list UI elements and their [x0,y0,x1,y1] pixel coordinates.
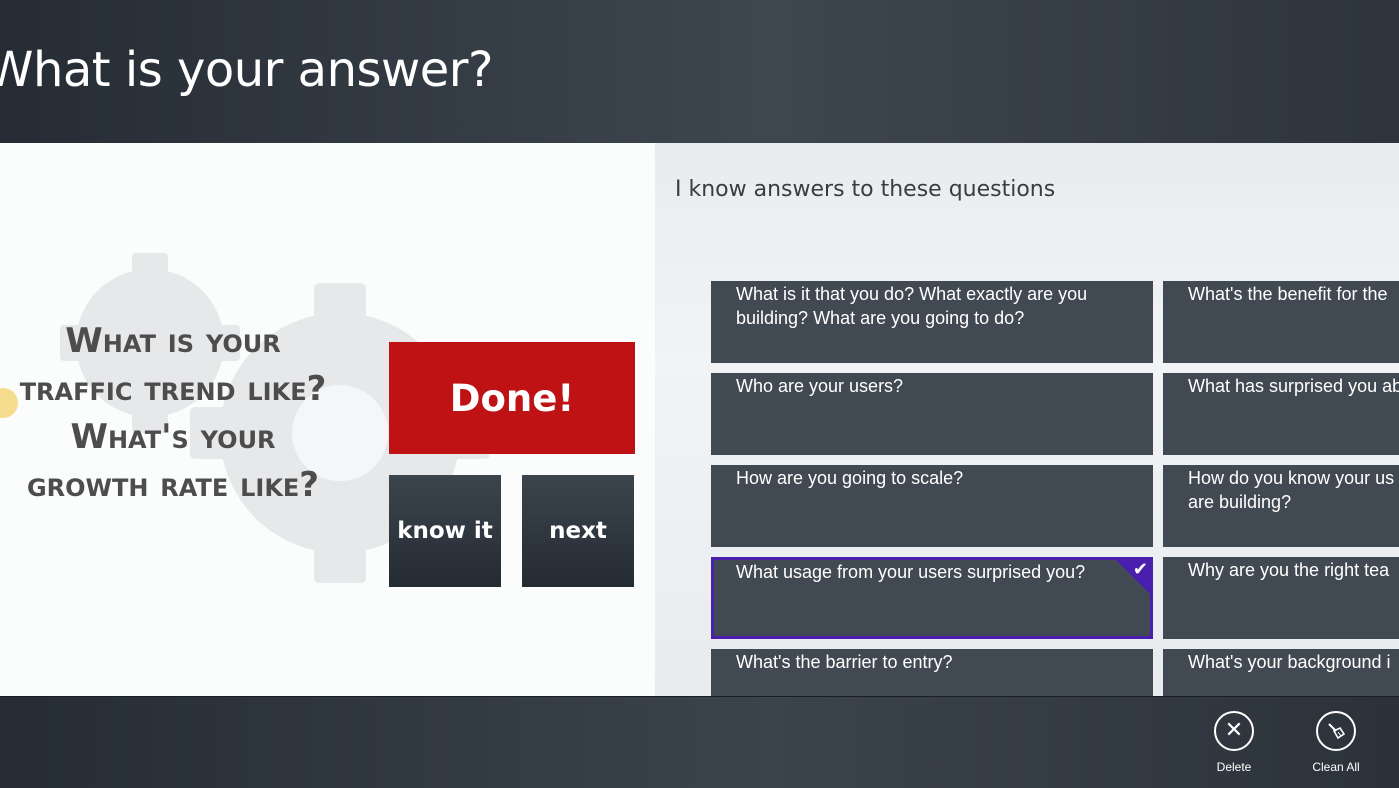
next-button[interactable]: next [522,475,634,587]
question-tile[interactable]: What's your background i [1163,649,1399,696]
delete-button[interactable]: ✕ Delete [1194,711,1274,774]
panel-heading: I know answers to these questions [675,177,1056,202]
done-button[interactable]: Done! [389,342,635,454]
know-it-button[interactable]: know it [389,475,501,587]
question-line: growth rate like? [26,465,320,505]
question-tile[interactable]: Who are your users? [711,373,1153,455]
question-card-text: What is your traffic trend like? What's … [0,317,358,509]
question-tile[interactable]: What has surprised you ab [1163,373,1399,455]
question-tile[interactable]: How are you going to scale? [711,465,1153,547]
question-line: traffic trend like? [19,369,327,409]
question-tile-label: What usage from your users surprised you… [736,562,1086,582]
question-tile[interactable]: Why are you the right tea [1163,557,1399,639]
question-tile[interactable]: How do you know your us are building? [1163,465,1399,547]
page-title: What is your answer? [0,42,494,98]
known-questions-panel: I know answers to these questions What i… [655,143,1399,696]
close-circle-icon: ✕ [1214,711,1254,751]
question-tile[interactable]: What's the barrier to entry? [711,649,1153,696]
checkmark-icon: ✔ [1132,559,1148,580]
question-card-area: What is your traffic trend like? What's … [0,143,655,696]
app-bar: ✕ Delete Clean All [0,696,1399,788]
question-tile-selected[interactable]: What usage from your users surprised you… [711,557,1153,639]
delete-label: Delete [1216,760,1252,774]
question-line: What's your [70,417,276,457]
page-header: What is your answer? [0,0,1399,143]
broom-icon [1316,711,1356,751]
clean-all-button[interactable]: Clean All [1296,711,1376,774]
question-tile[interactable]: What's the benefit for the [1163,281,1399,363]
question-line: What is your [65,321,281,361]
clean-all-label: Clean All [1312,760,1360,774]
question-tile[interactable]: What is it that you do? What exactly are… [711,281,1153,363]
